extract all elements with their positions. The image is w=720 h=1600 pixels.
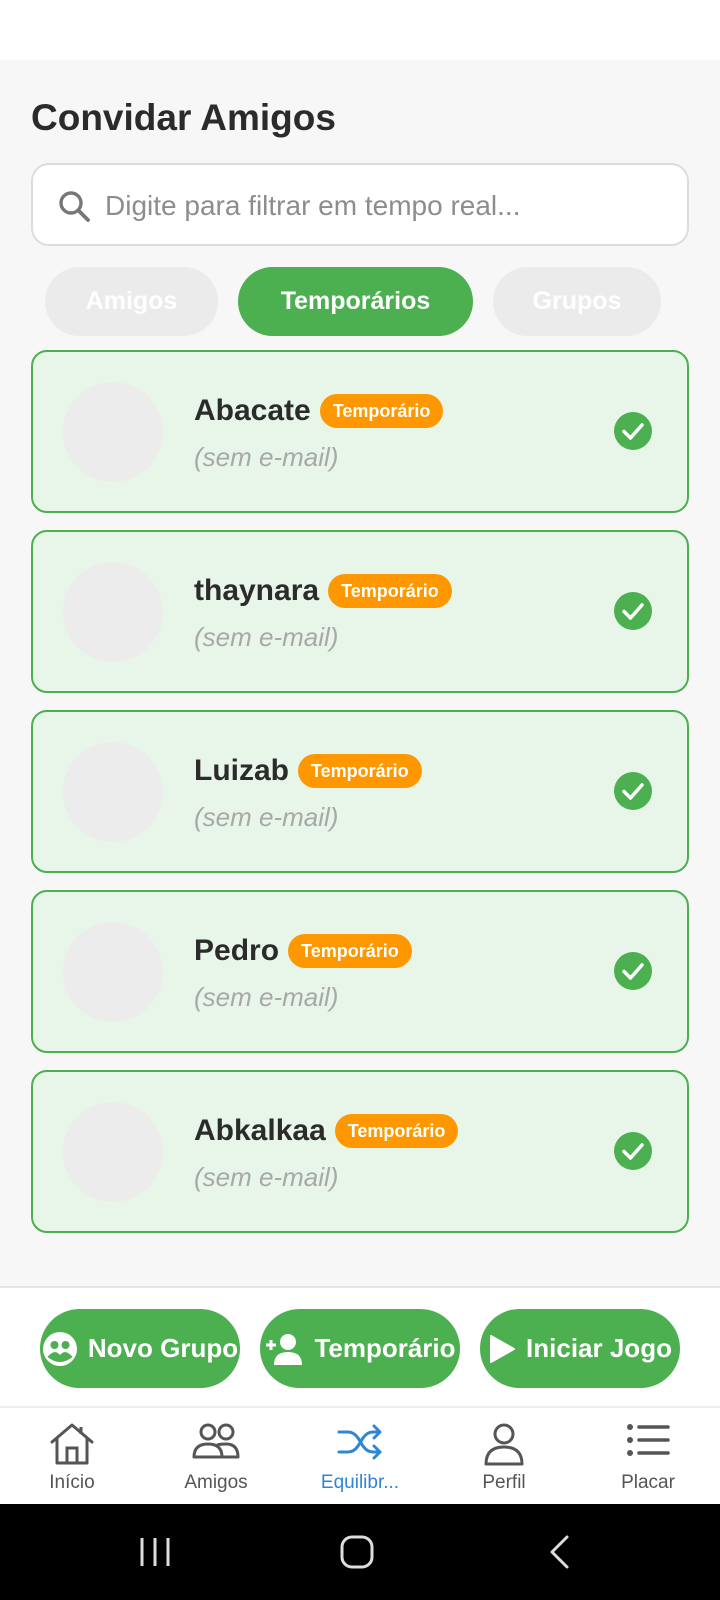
add-temporary-label: Temporário [314, 1333, 456, 1363]
avatar [63, 1102, 163, 1202]
nav-label: Equilibr... [320, 1472, 400, 1493]
avatar [63, 382, 163, 482]
home-button-icon[interactable] [339, 1534, 375, 1570]
recent-apps-icon[interactable] [138, 1534, 172, 1570]
nav-equilibrar[interactable]: Equilibr... [288, 1408, 432, 1506]
nav-label: Amigos [184, 1472, 248, 1493]
check-circle-icon[interactable] [614, 412, 652, 450]
contact-card[interactable]: thaynara Temporário (sem e-mail) [31, 530, 689, 693]
contact-email: (sem e-mail) [194, 982, 339, 1012]
start-game-button[interactable]: Iniciar Jogo [480, 1309, 680, 1388]
contact-email: (sem e-mail) [194, 622, 339, 652]
contact-name: Luizab [194, 754, 289, 787]
tab-amigos[interactable]: Amigos [45, 267, 218, 336]
person-icon [484, 1423, 524, 1466]
contact-email: (sem e-mail) [194, 442, 339, 472]
check-circle-icon[interactable] [614, 772, 652, 810]
people-icon [192, 1423, 240, 1459]
search-icon [59, 191, 90, 222]
temporary-badge: Temporário [288, 934, 412, 968]
system-nav-bar [0, 1504, 720, 1600]
temporary-badge: Temporário [298, 754, 422, 788]
search-placeholder: Digite para filtrar em tempo real... [105, 190, 521, 221]
avatar [63, 742, 163, 842]
nav-placar[interactable]: Placar [576, 1408, 720, 1506]
nav-label: Perfil [482, 1472, 526, 1493]
action-bar: Novo Grupo Temporário Iniciar Jogo [0, 1286, 720, 1406]
check-circle-icon[interactable] [614, 952, 652, 990]
tab-grupos[interactable]: Grupos [493, 267, 661, 336]
shuffle-icon [337, 1424, 382, 1460]
list-icon [627, 1424, 670, 1456]
new-group-label: Novo Grupo [87, 1333, 239, 1363]
page-title: Convidar Amigos [31, 97, 336, 138]
nav-label: Placar [621, 1472, 675, 1493]
group-icon [42, 1331, 77, 1366]
avatar [63, 922, 163, 1022]
check-circle-icon[interactable] [614, 1132, 652, 1170]
check-circle-icon[interactable] [614, 592, 652, 630]
nav-perfil[interactable]: Perfil [432, 1408, 576, 1506]
contact-email: (sem e-mail) [194, 1162, 339, 1192]
temporary-badge: Temporário [328, 574, 452, 608]
home-icon [50, 1423, 94, 1465]
contact-card[interactable]: Abacate Temporário (sem e-mail) [31, 350, 689, 513]
search-input[interactable]: Digite para filtrar em tempo real... [31, 163, 689, 246]
start-game-label: Iniciar Jogo [526, 1333, 672, 1363]
invite-screen: Convidar Amigos Digite para filtrar em t… [0, 60, 720, 1286]
nav-inicio[interactable]: Início [0, 1408, 144, 1506]
temporary-badge: Temporário [334, 1114, 459, 1148]
contact-name: Abacate [194, 394, 311, 427]
contact-card[interactable]: Luizab Temporário (sem e-mail) [31, 710, 689, 873]
avatar [63, 562, 163, 662]
add-temporary-button[interactable]: Temporário [260, 1309, 460, 1388]
contact-card[interactable]: Abkalkaa Temporário (sem e-mail) [31, 1070, 689, 1233]
contact-card[interactable]: Pedro Temporário (sem e-mail) [31, 890, 689, 1053]
status-bar [0, 0, 720, 60]
contact-email: (sem e-mail) [194, 802, 339, 832]
play-icon [490, 1334, 516, 1363]
back-icon[interactable] [547, 1534, 571, 1570]
tab-temporarios[interactable]: Temporários [238, 267, 473, 336]
bottom-nav: Início Amigos Equilibr... Perfil Placar [0, 1406, 720, 1504]
contact-name: Abkalkaa [194, 1114, 326, 1147]
new-group-button[interactable]: Novo Grupo [40, 1309, 240, 1388]
contact-name: Pedro [194, 934, 280, 967]
nav-label: Início [49, 1472, 95, 1493]
contact-name: thaynara [194, 574, 320, 607]
add-person-icon [266, 1333, 303, 1365]
nav-amigos[interactable]: Amigos [144, 1408, 288, 1506]
temporary-badge: Temporário [319, 394, 444, 428]
